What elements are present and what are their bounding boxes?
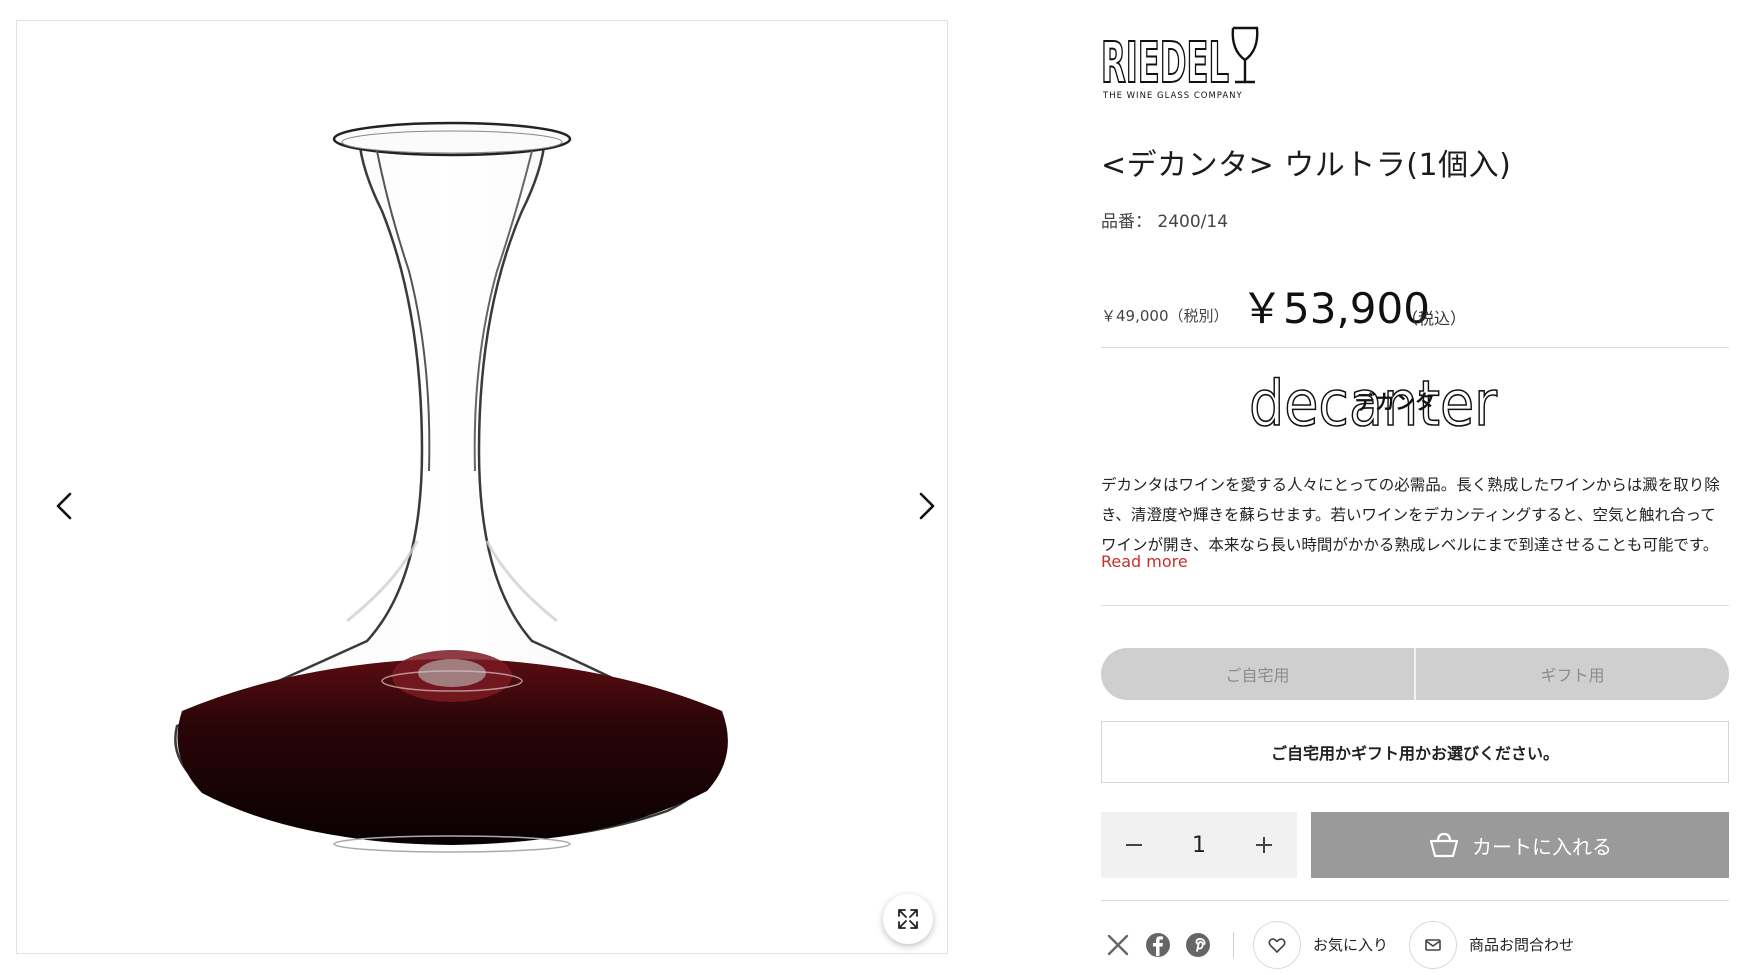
chevron-right-icon — [919, 492, 935, 520]
divider — [1101, 347, 1729, 348]
minus-icon — [1126, 844, 1142, 846]
category-jp-name: デカンタ — [1355, 390, 1435, 414]
brand-tagline: THE WINE GLASS COMPANY — [1102, 91, 1243, 101]
product-info: RIEDEL THE WINE GLASS COMPANY <デカンタ> ウルト… — [1101, 20, 1729, 975]
sku-label: 品番： — [1101, 212, 1152, 232]
decrease-quantity-button[interactable] — [1101, 812, 1167, 878]
price-inc-label: （税込） — [1402, 309, 1467, 328]
sku-value: 2400/14 — [1157, 212, 1229, 232]
home-use-option[interactable]: ご自宅用 — [1101, 648, 1414, 700]
quantity-input[interactable] — [1167, 832, 1231, 858]
plus-icon — [1256, 837, 1272, 853]
divider — [1101, 900, 1729, 901]
favorite-label[interactable]: お気に入り — [1313, 934, 1388, 955]
inquiry-button[interactable] — [1409, 921, 1457, 969]
share-separator — [1233, 932, 1234, 958]
add-to-cart-button[interactable]: カートに入れる — [1311, 812, 1729, 878]
chevron-left-icon — [56, 492, 72, 520]
increase-quantity-button[interactable] — [1231, 812, 1297, 878]
product-sku: 品番： 2400/14 — [1101, 207, 1228, 232]
add-to-cart-label: カートに入れる — [1472, 834, 1612, 859]
purpose-toggle: ご自宅用 ギフト用 — [1101, 648, 1729, 700]
expand-icon — [898, 909, 918, 929]
previous-image-button[interactable] — [49, 486, 79, 526]
quantity-stepper — [1101, 812, 1297, 878]
product-title: <デカンタ> ウルトラ(1個入) — [1101, 148, 1512, 183]
heart-icon — [1268, 938, 1286, 953]
favorite-button[interactable] — [1253, 921, 1301, 969]
share-row: お気に入り 商品お問合わせ — [1101, 918, 1729, 972]
product-description: デカンタはワインを愛する人々にとっての必需品。長く熟成したワインからは澱を取り除… — [1101, 476, 1720, 554]
read-more-link[interactable]: Read more — [1101, 552, 1188, 571]
decanter-product-image — [174, 121, 728, 853]
product-image-gallery — [16, 20, 948, 954]
selection-notice: ご自宅用かギフト用かお選びください。 — [1101, 721, 1729, 783]
mail-icon — [1425, 939, 1441, 951]
inquiry-label[interactable]: 商品お問合わせ — [1469, 934, 1574, 955]
brand-logo[interactable]: RIEDEL THE WINE GLASS COMPANY — [1101, 20, 1271, 102]
facebook-share-icon[interactable] — [1145, 932, 1171, 958]
next-image-button[interactable] — [912, 486, 942, 526]
fullscreen-button[interactable] — [883, 894, 933, 944]
pinterest-share-icon[interactable] — [1185, 932, 1211, 958]
brand-name: RIEDEL — [1101, 31, 1229, 96]
divider — [1101, 605, 1729, 606]
gift-option[interactable]: ギフト用 — [1416, 648, 1729, 700]
basket-icon — [1429, 832, 1459, 858]
price-ex-tax: ￥49,000（税別） — [1101, 307, 1229, 325]
x-share-icon[interactable] — [1105, 932, 1131, 958]
